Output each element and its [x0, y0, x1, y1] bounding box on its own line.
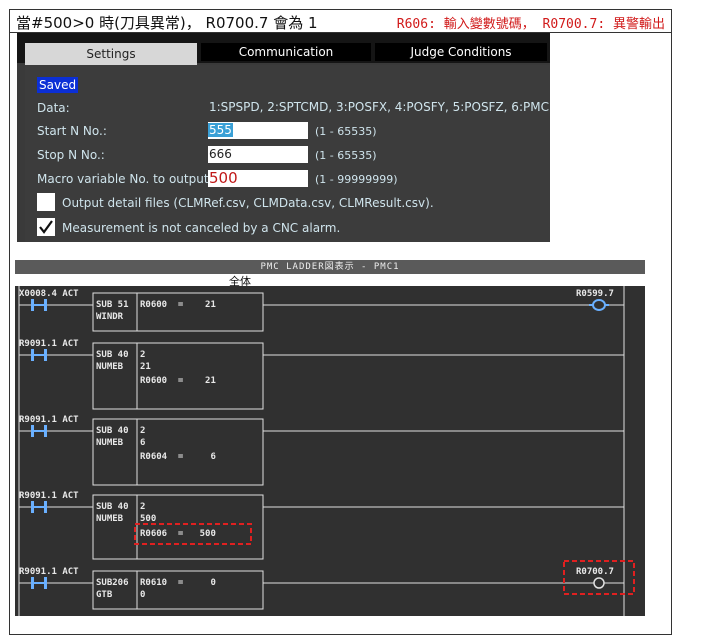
rung-3: R9091.1 ACT SUB 40 NUMEB 2 6 R0604 = 6: [19, 415, 624, 486]
rung-5-func: SUB206: [96, 578, 129, 588]
ladder-diagram: X0008.4 ACT SUB 51 WINDR R0600 = 21 R059…: [15, 286, 645, 616]
rung-3-line-2: 6: [140, 438, 145, 448]
rung-1: X0008.4 ACT SUB 51 WINDR R0600 = 21 R059…: [19, 289, 624, 332]
rung-5-function-block: [92, 570, 264, 610]
rung-1-func: SUB 51: [96, 300, 129, 310]
rung-4-line-3: R0606 = 500: [140, 529, 216, 539]
rung-3-line-3: R0604 = 6: [140, 452, 216, 462]
macro-var-value: 500: [209, 169, 238, 187]
rung-4-line-2: 500: [140, 514, 156, 524]
checkmark-icon: [39, 220, 53, 234]
output-detail-checkbox[interactable]: [37, 193, 55, 211]
macro-var-range: (1 - 99999999): [315, 173, 398, 186]
data-label: Data:: [37, 101, 70, 115]
data-value: 1:SPSPD, 2:SPTCMD, 3:POSFX, 4:POSFY, 5:P…: [209, 100, 549, 114]
stop-n-label: Stop N No.:: [37, 148, 105, 162]
header-note: 當#500>0 時(刀具異常)， R0700.7 會為 1: [16, 14, 318, 32]
rung-3-func-name: NUMEB: [96, 438, 124, 448]
ladder-title-bar: PMC LADDER図表示 - PMC1: [15, 260, 645, 274]
rung-4-func-name: NUMEB: [96, 514, 124, 524]
tab-judge-conditions[interactable]: Judge Conditions: [375, 43, 547, 61]
rung-5: R9091.1 ACT SUB206 GTB R0610 = 0 0 R0700…: [19, 560, 635, 610]
saved-status: Saved: [37, 77, 79, 93]
cnc-alarm-label: Measurement is not canceled by a CNC ala…: [62, 221, 341, 235]
tab-settings[interactable]: Settings: [25, 43, 197, 65]
rung-3-func: SUB 40: [96, 426, 129, 436]
contact-icon: [31, 299, 34, 311]
header-bar: 當#500>0 時(刀具異常)， R0700.7 會為 1 R606: 輸入變數…: [10, 10, 671, 33]
rung-3-line-1: 2: [140, 426, 145, 436]
contact-icon: [31, 501, 34, 513]
output-detail-label: Output detail files (CLMRef.csv, CLMData…: [62, 196, 434, 210]
macro-var-input[interactable]: 500: [208, 170, 308, 187]
coil-icon: [593, 577, 605, 589]
cnc-alarm-checkbox[interactable]: [37, 218, 55, 236]
start-n-label: Start N No.:: [37, 124, 107, 138]
rung-5-line-2: 0: [140, 590, 145, 600]
header-legend: R606: 輸入變數號碼， R0700.7: 異警輸出: [396, 17, 665, 32]
rung-2-contact-label: R9091.1 ACT: [19, 339, 79, 349]
rung-5-contact-label: R9091.1 ACT: [19, 567, 79, 577]
rung-1-func-name: WINDR: [96, 312, 124, 322]
tab-communication[interactable]: Communication: [201, 43, 371, 61]
start-n-value: 555: [208, 123, 233, 137]
rung-1-contact-label: X0008.4 ACT: [19, 289, 79, 299]
rung-4-line-1: 2: [140, 502, 145, 512]
ladder-title: PMC LADDER図表示 - PMC1: [260, 262, 400, 272]
rung-5-coil-label: R0700.7: [576, 567, 614, 577]
rung-2-func-name: NUMEB: [96, 362, 124, 372]
rung-4-func: SUB 40: [96, 502, 129, 512]
stop-n-range: (1 - 65535): [315, 149, 377, 162]
rung-2-func: SUB 40: [96, 350, 129, 360]
rung-4: R9091.1 ACT SUB 40 NUMEB 2 500 R0606 = 5…: [19, 491, 624, 560]
settings-body: Saved Data: 1:SPSPD, 2:SPTCMD, 3:POSFX, …: [25, 65, 550, 242]
rung-5-line-1: R0610 = 0: [140, 578, 216, 588]
start-n-input[interactable]: 555: [208, 122, 308, 139]
rung-2-line-1: 2: [140, 350, 145, 360]
stop-n-value: 666: [209, 147, 232, 161]
rung-1-coil-label: R0599.7: [576, 289, 614, 299]
rung-5-func-name: GTB: [96, 590, 113, 600]
tab-bar: Settings Communication Judge Conditions: [17, 33, 550, 65]
start-n-range: (1 - 65535): [315, 125, 377, 138]
stop-n-input[interactable]: 666: [208, 146, 308, 163]
contact-icon: [31, 349, 34, 361]
settings-panel: Settings Communication Judge Conditions …: [17, 33, 550, 242]
rung-4-contact-label: R9091.1 ACT: [19, 491, 79, 501]
ladder-canvas: X0008.4 ACT SUB 51 WINDR R0600 = 21 R059…: [18, 286, 635, 616]
rung-2: R9091.1 ACT SUB 40 NUMEB 2 21 R0600 = 21: [19, 339, 624, 410]
rung-3-contact-label: R9091.1 ACT: [19, 415, 79, 425]
macro-var-label: Macro variable No. to output:: [37, 172, 213, 186]
rung-1-line-1: R0600 = 21: [140, 300, 216, 310]
coil-icon: [592, 299, 606, 311]
contact-icon: [31, 577, 34, 589]
contact-icon: [31, 425, 34, 437]
rung-2-line-3: R0600 = 21: [140, 376, 216, 386]
rung-2-line-2: 21: [140, 362, 151, 372]
